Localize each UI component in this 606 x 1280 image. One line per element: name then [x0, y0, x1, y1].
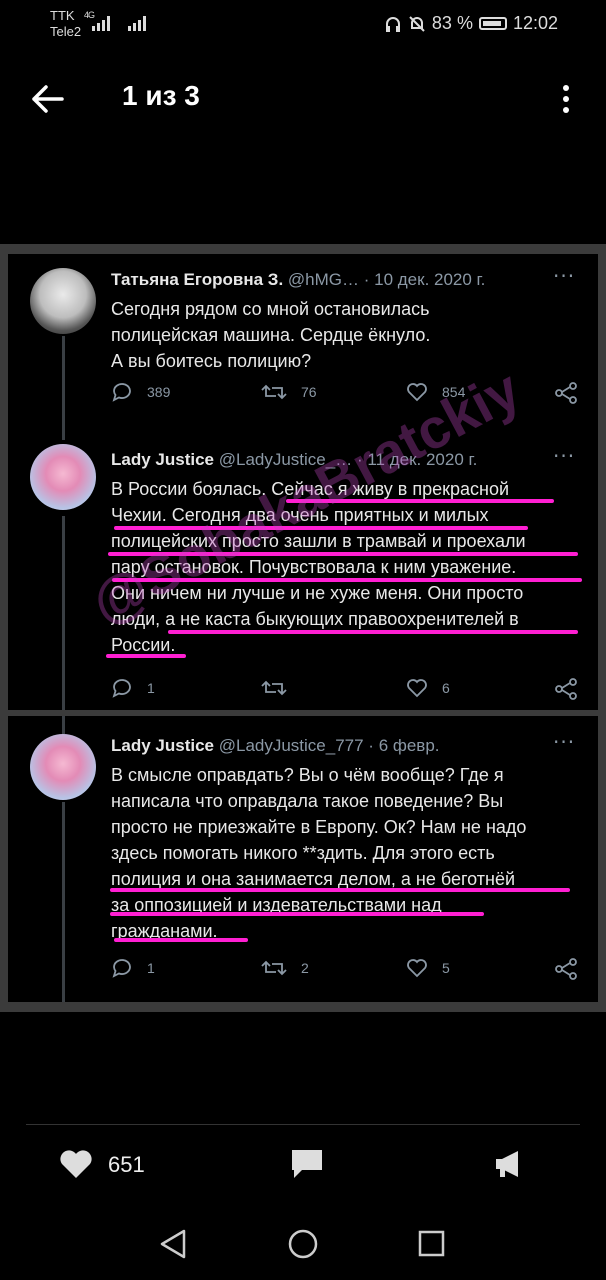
tweet-line: В смысле оправдать? Вы о чём вообще? Где… [111, 765, 504, 785]
retweet-icon [261, 384, 287, 400]
tweet-menu-icon: ··· [553, 730, 576, 754]
tweet-card: Lady Justice @LadyJustice_777 · 6 февр. … [8, 716, 598, 1002]
retweet-icon [261, 960, 287, 976]
reply-icon [112, 959, 131, 978]
viewer-top-bar: 1 из 3 [0, 70, 606, 130]
megaphone-icon[interactable] [492, 1148, 524, 1180]
retweet-count: 76 [301, 384, 317, 400]
reply-count: 1 [147, 960, 155, 976]
thread-line [62, 716, 65, 734]
back-arrow-icon[interactable] [30, 84, 64, 114]
thread-line [62, 516, 65, 710]
author-name: Татьяна Егоровна З. [111, 270, 284, 289]
tweet-line: Сегодня рядом со мной остановилась [111, 299, 430, 319]
image-counter: 1 из 3 [122, 80, 200, 111]
headphones-icon [385, 16, 400, 32]
highlight-underline [110, 912, 484, 916]
tweet-line: здесь помогать никого **здить. Для этого… [111, 843, 495, 863]
nav-back-icon[interactable] [158, 1228, 188, 1260]
signal-icon [92, 16, 110, 31]
reply-count: 389 [147, 384, 171, 400]
retweet-action: 2 [261, 958, 309, 978]
footer-divider [26, 1124, 580, 1125]
like-action: 5 [406, 958, 450, 978]
status-right: 83 % 12:02 [384, 13, 558, 34]
heart-icon[interactable] [58, 1148, 94, 1180]
tweet-header: Татьяна Егоровна З. @hMG… · 10 дек. 2020… [111, 270, 485, 290]
carrier-2: Tele2 [50, 24, 82, 39]
avatar [30, 734, 96, 800]
retweet-icon [261, 680, 287, 696]
comment-icon[interactable] [290, 1148, 324, 1180]
author-name: Lady Justice [111, 736, 214, 755]
tweet-line: А вы боитесь полицию? [111, 351, 312, 371]
nav-home-icon[interactable] [287, 1228, 319, 1260]
attached-screenshot: Татьяна Егоровна З. @hMG… · 10 дек. 2020… [0, 244, 606, 1012]
highlight-underline [168, 630, 578, 634]
tweet-line: полицейская машина. Сердце ёкнуло. [111, 325, 431, 345]
retweet-action: 76 [261, 382, 317, 402]
reply-action: 389 [111, 382, 170, 402]
clock: 12:02 [512, 13, 558, 33]
highlight-underline [106, 654, 186, 658]
reply-icon [112, 679, 131, 698]
tweet-line: просто не приезжайте в Европу. Ок? Нам н… [111, 817, 527, 837]
heart-icon [407, 959, 427, 978]
status-bar: TTK Tele2 4G 83 % 12:02 [0, 0, 606, 50]
share-icon [555, 678, 577, 700]
tweet-header: Lady Justice @LadyJustice_777 · 6 февр. [111, 736, 440, 756]
thread-line [62, 336, 65, 440]
mute-bell-icon [409, 15, 425, 32]
avatar [30, 268, 96, 334]
system-nav-bar [0, 1210, 606, 1280]
tweet-menu-icon: ··· [553, 264, 576, 288]
reply-action: 1 [111, 958, 155, 978]
reply-count: 1 [147, 680, 155, 696]
tweet-thread-card: Татьяна Егоровна З. @hMG… · 10 дек. 2020… [8, 254, 598, 710]
battery-icon [478, 17, 507, 30]
reply-icon [112, 383, 131, 402]
viewer-footer: 651 [0, 1140, 606, 1190]
signal-2-icon [128, 16, 146, 31]
tweet-text: В смысле оправдать? Вы о чём вообще? Где… [111, 762, 526, 944]
reply-action: 1 [111, 678, 155, 698]
share-icon [555, 958, 577, 980]
tweet-line: написала что оправдала такое поведение? … [111, 791, 504, 811]
avatar [30, 444, 96, 510]
share-icon [555, 382, 577, 404]
battery-percent: 83 % [431, 13, 473, 33]
tweet-text: Сегодня рядом со мной остановилась полиц… [111, 296, 430, 374]
carrier-1: TTK [50, 8, 75, 23]
highlight-underline [114, 938, 248, 942]
like-count: 5 [442, 960, 450, 976]
retweet-count: 2 [301, 960, 309, 976]
highlight-underline [110, 888, 570, 892]
author-handle-date: @LadyJustice_777 · 6 февр. [218, 736, 440, 755]
like-action: 6 [406, 678, 450, 698]
like-count: 6 [442, 680, 450, 696]
heart-icon [407, 679, 427, 698]
tweet-menu-icon: ··· [553, 444, 576, 468]
nav-recents-icon[interactable] [418, 1230, 446, 1258]
more-options-icon[interactable] [554, 82, 578, 116]
like-count: 651 [108, 1152, 145, 1177]
thread-line [62, 802, 65, 1002]
carrier-labels: TTK Tele2 [50, 8, 81, 40]
author-handle-date: @hMG… · 10 дек. 2020 г. [287, 270, 486, 289]
retweet-action [261, 678, 301, 698]
author-name: Lady Justice [111, 450, 214, 469]
tweet-line: люди, а не каста быкующих правоохренител… [111, 609, 519, 629]
